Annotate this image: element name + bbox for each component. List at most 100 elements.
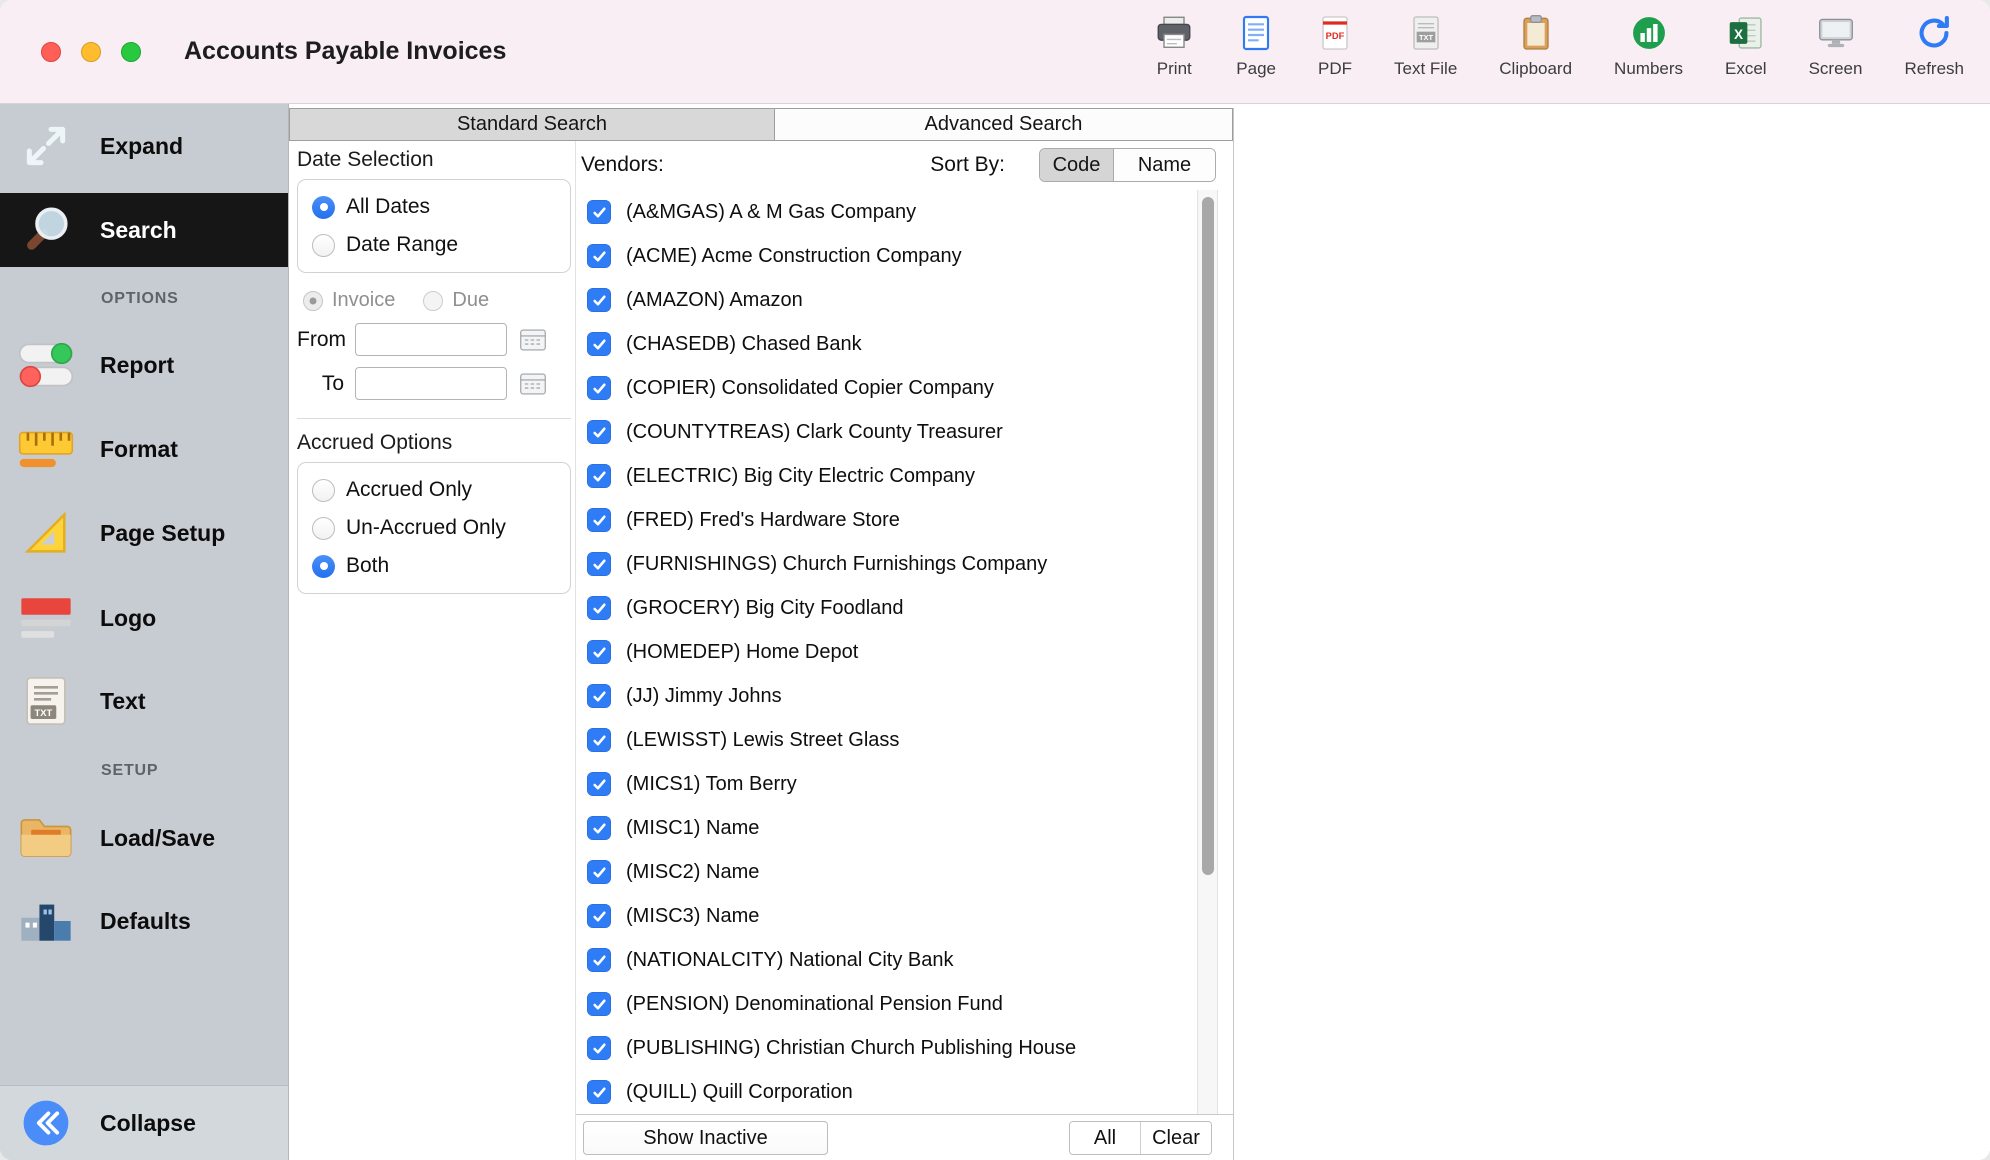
vendor-checkbox[interactable] xyxy=(587,552,611,576)
toolbar-refresh-button[interactable]: Refresh xyxy=(1904,9,1964,79)
printer-icon xyxy=(1154,9,1194,57)
vendor-label: (MISC2) Name xyxy=(626,861,759,884)
tab-standard-search[interactable]: Standard Search xyxy=(289,108,775,141)
sidebar-item-text[interactable]: TXT Text xyxy=(0,669,288,733)
toolbar-page-button[interactable]: Page xyxy=(1236,9,1276,79)
vendor-row: (HOMEDEP) Home Depot xyxy=(581,630,1197,674)
radio-accrued-only[interactable]: Accrued Only xyxy=(312,471,556,509)
minimize-window-button[interactable] xyxy=(81,42,101,62)
vendor-checkbox[interactable] xyxy=(587,200,611,224)
calendar-picker-icon[interactable] xyxy=(519,371,547,397)
close-window-button[interactable] xyxy=(41,42,61,62)
toolbar-numbers-button[interactable]: Numbers xyxy=(1614,9,1683,79)
radio-all-dates[interactable]: All Dates xyxy=(312,188,556,226)
zoom-window-button[interactable] xyxy=(121,42,141,62)
from-date-input[interactable] xyxy=(355,323,507,356)
sidebar-item-collapse[interactable]: Collapse xyxy=(0,1085,288,1160)
to-date-row: To xyxy=(297,367,571,400)
sidebar-item-defaults[interactable]: Defaults xyxy=(0,889,288,953)
vendor-checkbox[interactable] xyxy=(587,1080,611,1104)
toolbar-print-button[interactable]: Print xyxy=(1154,9,1194,79)
vendor-checkbox[interactable] xyxy=(587,596,611,620)
tab-advanced-search[interactable]: Advanced Search xyxy=(775,108,1233,141)
toolbar-excel-button[interactable]: X Excel xyxy=(1725,9,1767,79)
vendor-checkbox[interactable] xyxy=(587,684,611,708)
sidebar-item-label: Logo xyxy=(100,605,156,632)
vendor-checkbox[interactable] xyxy=(587,948,611,972)
toolbar-item-label: Screen xyxy=(1809,59,1863,79)
date-selection-panel: Date Selection All Dates Date Range Invo… xyxy=(297,148,571,594)
radio-label: All Dates xyxy=(346,195,430,219)
vendor-row: (LEWISST) Lewis Street Glass xyxy=(581,718,1197,762)
radio-label: Both xyxy=(346,554,389,578)
clear-all-button[interactable]: Clear xyxy=(1141,1122,1211,1154)
vendor-row: (NATIONALCITY) National City Bank xyxy=(581,938,1197,982)
vendors-footer: Show Inactive All Clear xyxy=(576,1114,1233,1160)
vendor-checkbox[interactable] xyxy=(587,860,611,884)
toolbar-text-file-button[interactable]: TXT Text File xyxy=(1394,9,1457,79)
sidebar-item-search[interactable]: Search xyxy=(0,193,288,267)
vendor-checkbox[interactable] xyxy=(587,904,611,928)
vendor-label: (NATIONALCITY) National City Bank xyxy=(626,949,954,972)
vendor-row: (CHASEDB) Chased Bank xyxy=(581,322,1197,366)
vendor-label: (COPIER) Consolidated Copier Company xyxy=(626,377,994,400)
expand-icon xyxy=(16,121,76,171)
vendor-row: (FRED) Fred's Hardware Store xyxy=(581,498,1197,542)
radio-due-date: Due xyxy=(423,289,489,312)
show-inactive-button[interactable]: Show Inactive xyxy=(583,1121,828,1155)
radio-invoice-date: Invoice xyxy=(303,289,395,312)
sidebar-item-load-save[interactable]: Load/Save xyxy=(0,806,288,870)
sidebar-item-expand[interactable]: Expand xyxy=(0,114,288,178)
vendor-checkbox[interactable] xyxy=(587,640,611,664)
window-controls xyxy=(41,42,141,62)
accrued-options-group: Accrued Only Un-Accrued Only Both xyxy=(297,462,571,594)
accrued-options-title: Accrued Options xyxy=(297,431,571,455)
section-divider xyxy=(297,418,571,419)
vendor-checkbox[interactable] xyxy=(587,992,611,1016)
vendor-label: (ELECTRIC) Big City Electric Company xyxy=(626,465,975,488)
vendor-checkbox[interactable] xyxy=(587,420,611,444)
logo-placeholder-icon xyxy=(16,595,76,641)
vendor-label: (MISC1) Name xyxy=(626,817,759,840)
vendor-checkbox[interactable] xyxy=(587,1036,611,1060)
vendor-checkbox[interactable] xyxy=(587,332,611,356)
toolbar-pdf-button[interactable]: PDF PDF xyxy=(1318,9,1352,79)
sort-code-button[interactable]: Code xyxy=(1040,149,1114,181)
vendor-label: (FURNISHINGS) Church Furnishings Company xyxy=(626,553,1047,576)
toolbar-clipboard-button[interactable]: Clipboard xyxy=(1499,9,1572,79)
svg-text:TXT: TXT xyxy=(35,707,53,718)
scrollbar-thumb[interactable] xyxy=(1202,197,1214,875)
vendor-checkbox[interactable] xyxy=(587,728,611,752)
calendar-picker-icon[interactable] xyxy=(519,327,547,353)
sidebar: Expand Search OPTIONS Report Format xyxy=(0,104,289,1160)
vendor-checkbox[interactable] xyxy=(587,816,611,840)
vendor-label: (CHASEDB) Chased Bank xyxy=(626,333,862,356)
select-all-button[interactable]: All xyxy=(1070,1122,1141,1154)
radio-both[interactable]: Both xyxy=(312,547,556,585)
vendor-checkbox[interactable] xyxy=(587,508,611,532)
vendor-label: (ACME) Acme Construction Company xyxy=(626,245,962,268)
radio-un-accrued-only[interactable]: Un-Accrued Only xyxy=(312,509,556,547)
sidebar-item-format[interactable]: Format xyxy=(0,417,288,481)
sidebar-item-report[interactable]: Report xyxy=(0,333,288,397)
sort-name-button[interactable]: Name xyxy=(1114,149,1215,181)
toolbar-item-label: Page xyxy=(1236,59,1276,79)
vendor-checkbox[interactable] xyxy=(587,376,611,400)
vendor-checkbox[interactable] xyxy=(587,772,611,796)
toolbar-item-label: Text File xyxy=(1394,59,1457,79)
vendor-checkbox[interactable] xyxy=(587,288,611,312)
ruler-icon xyxy=(16,426,76,472)
radio-disabled-on-icon xyxy=(303,291,323,311)
radio-on-icon xyxy=(312,196,335,219)
toolbar-screen-button[interactable]: Screen xyxy=(1809,9,1863,79)
vendor-row: (COUNTYTREAS) Clark County Treasurer xyxy=(581,410,1197,454)
toolbar: Print Page PDF PDF TXT Text File xyxy=(1154,9,1964,79)
vendor-checkbox[interactable] xyxy=(587,244,611,268)
radio-date-range[interactable]: Date Range xyxy=(312,226,556,264)
vendor-list-scrollbar[interactable] xyxy=(1197,190,1218,1114)
sidebar-item-logo[interactable]: Logo xyxy=(0,586,288,650)
to-date-input[interactable] xyxy=(355,367,507,400)
vendor-checkbox[interactable] xyxy=(587,464,611,488)
vendor-label: (PENSION) Denominational Pension Fund xyxy=(626,993,1003,1016)
sidebar-item-page-setup[interactable]: Page Setup xyxy=(0,501,288,565)
